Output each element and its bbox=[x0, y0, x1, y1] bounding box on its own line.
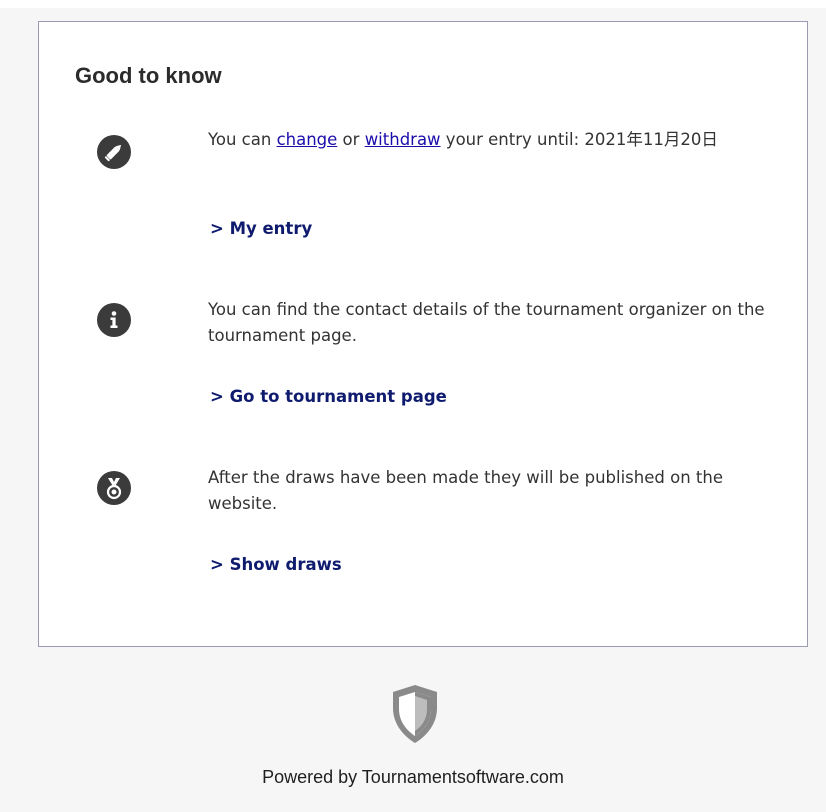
show-draws-link[interactable]: > Show draws bbox=[210, 555, 342, 574]
contact-info-text: You can find the contact details of the … bbox=[208, 300, 765, 345]
top-strip bbox=[0, 0, 826, 8]
card-title: Good to know bbox=[75, 63, 222, 88]
withdraw-entry-link[interactable]: withdraw bbox=[365, 130, 441, 149]
entry-deadline-text: You can change or withdraw your entry un… bbox=[208, 130, 718, 149]
info-icon bbox=[97, 303, 131, 337]
pencil-icon bbox=[97, 135, 131, 169]
medal-icon bbox=[97, 471, 131, 505]
my-entry-link[interactable]: > My entry bbox=[210, 219, 312, 238]
tournament-page-link[interactable]: > Go to tournament page bbox=[210, 387, 447, 406]
powered-by-text: Powered by Tournamentsoftware.com bbox=[262, 767, 564, 787]
draws-info-text: After the draws have been made they will… bbox=[208, 468, 723, 513]
good-to-know-card: Good to know You can change or withdraw … bbox=[38, 21, 808, 647]
shield-icon bbox=[393, 685, 437, 743]
change-entry-link[interactable]: change bbox=[277, 130, 338, 149]
